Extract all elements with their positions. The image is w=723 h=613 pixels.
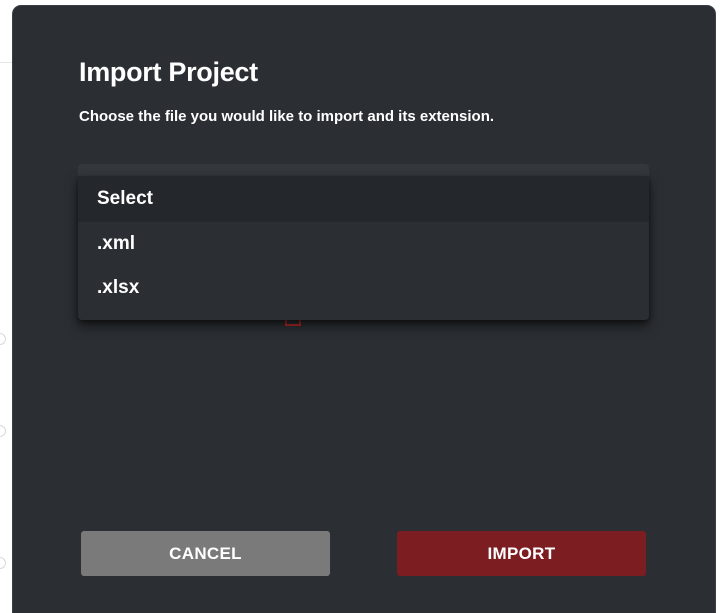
option-xlsx[interactable]: .xlsx: [78, 266, 649, 310]
option-select[interactable]: Select: [78, 176, 649, 222]
background-radio: [0, 425, 6, 437]
option-label: .xml: [97, 233, 136, 254]
option-xml[interactable]: .xml: [78, 222, 649, 266]
extension-dropdown-menu: Select .xml .xlsx: [78, 176, 649, 320]
background-radio: [0, 333, 6, 345]
dialog-title: Import Project: [79, 57, 258, 87]
file-extension-select[interactable]: [78, 164, 649, 176]
import-button[interactable]: IMPORT: [397, 531, 646, 576]
background-radio: [0, 557, 6, 569]
dialog-subtitle: Choose the file you would like to import…: [79, 108, 495, 125]
option-label: Select: [97, 188, 153, 209]
background-line: [0, 62, 14, 63]
import-project-dialog: Import Project Choose the file you would…: [13, 6, 715, 613]
cancel-button[interactable]: CANCEL: [81, 531, 330, 576]
option-label: .xlsx: [97, 277, 140, 298]
